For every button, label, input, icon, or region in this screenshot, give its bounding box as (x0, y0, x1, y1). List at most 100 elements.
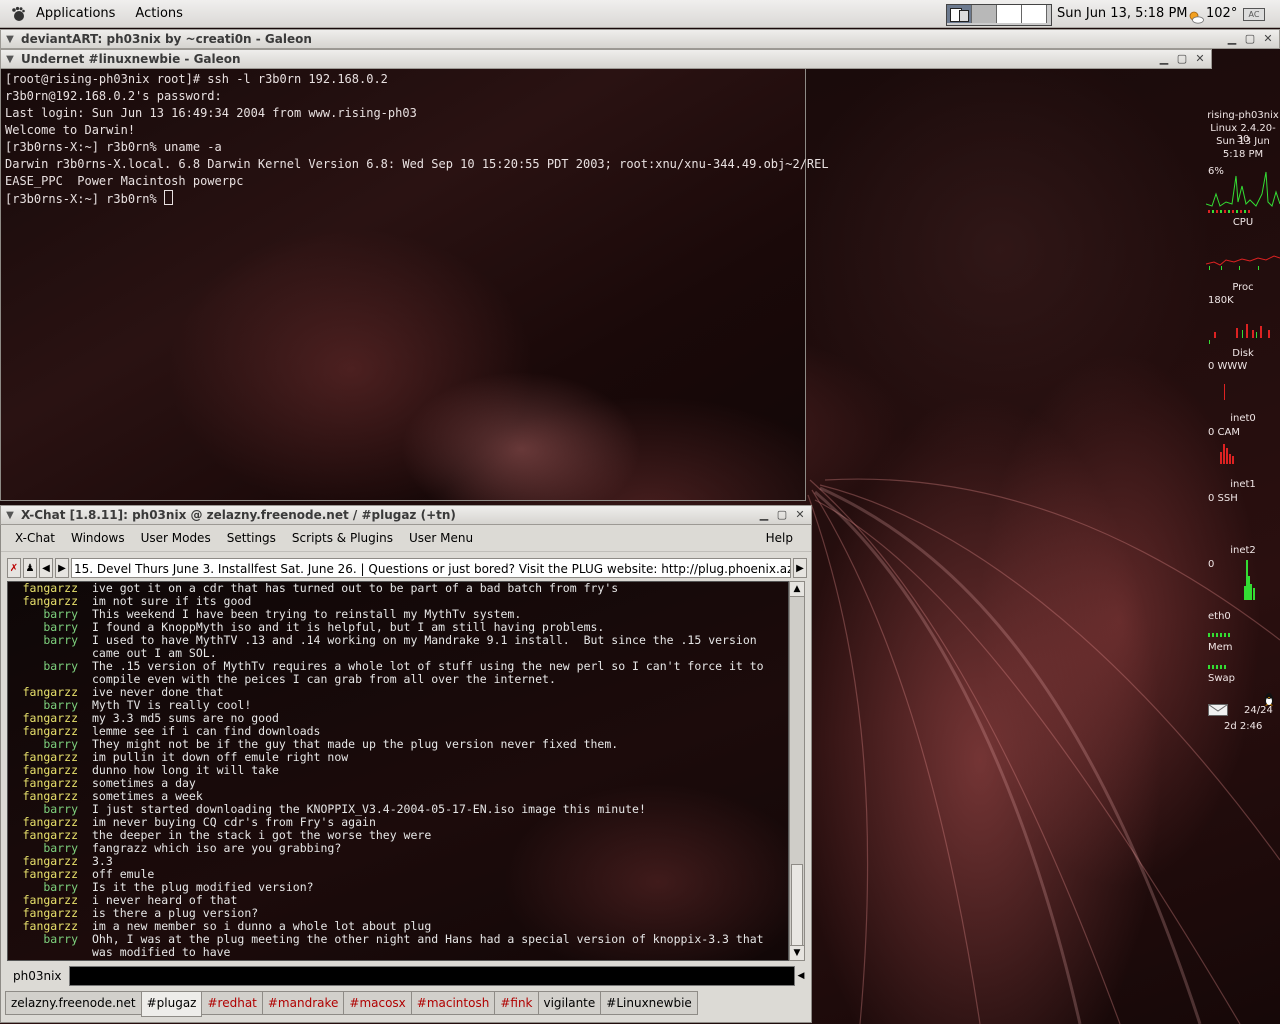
chat-message: Ohh, I was at the plug meeting the other… (92, 932, 771, 959)
close-icon[interactable]: ✕ (1261, 32, 1275, 46)
menu-user-menu[interactable]: User Menu (401, 531, 481, 545)
undernet-galeon-window: ▼ Undernet #linuxnewbie - Galeon ▁ ▢ ✕ (0, 49, 1212, 69)
window-menu-icon[interactable]: ▼ (3, 34, 17, 45)
panel-clock[interactable]: Sun Jun 13, 5:18 PM (1057, 0, 1188, 28)
channel-tab[interactable]: vigilante (537, 991, 602, 1015)
applications-menu[interactable]: Applications (26, 0, 125, 28)
terminal-line: r3b0rn@192.168.0.2's password: (5, 89, 222, 103)
channel-tab[interactable]: zelazny.freenode.net (5, 991, 142, 1015)
minimize-icon[interactable]: ▁ (1157, 52, 1171, 66)
workspace-4[interactable] (1022, 5, 1047, 23)
menu-scripts-plugins[interactable]: Scripts & Plugins (284, 531, 401, 545)
scroll-up-icon[interactable]: ▲ (790, 582, 804, 597)
topic-text[interactable]: 15. Devel Thurs June 3. Installfest Sat.… (71, 558, 791, 578)
terminal-line: Darwin r3b0rns-X.local. 6.8 Darwin Kerne… (5, 157, 829, 171)
xchat-menubar: X-Chat Windows User Modes Settings Scrip… (1, 525, 811, 552)
menu-settings[interactable]: Settings (219, 531, 284, 545)
scrollbar-thumb[interactable] (791, 864, 803, 946)
chat-line: barry Ohh, I was at the plug meeting the … (8, 933, 788, 959)
weather-applet[interactable]: 102° (1188, 0, 1237, 28)
terminal-output[interactable]: [root@rising-ph03nix root]# ssh -l r3b0r… (0, 69, 829, 501)
nick-label[interactable]: ph03nix (7, 966, 69, 986)
gnome-foot-icon[interactable] (10, 6, 26, 22)
gk-inet0-label: inet0 (1230, 413, 1256, 424)
close-icon[interactable]: ✕ (1193, 52, 1207, 66)
xchat-window-title: X-Chat [1.8.11]: ph03nix @ zelazny.freen… (21, 508, 456, 522)
proc-chart (1206, 255, 1280, 270)
channel-tab[interactable]: #macosx (343, 991, 412, 1015)
workspace-2[interactable] (972, 5, 997, 23)
gk-swap-label: Swap (1208, 673, 1236, 684)
channel-mode-icon[interactable]: ♟ (23, 558, 37, 578)
scroll-left-icon[interactable]: ◀ (39, 558, 53, 578)
close-icon[interactable]: ✕ (793, 508, 807, 522)
terminal-cursor (163, 190, 173, 205)
input-arrow-icon[interactable]: ◀ (795, 966, 807, 986)
maximize-icon[interactable]: ▢ (1175, 52, 1189, 66)
chat-message: dunno how long it will take (92, 763, 279, 777)
menu-user-modes[interactable]: User Modes (133, 531, 219, 545)
gk-time: 5:18 PM (1222, 149, 1264, 160)
inet2-chart (1244, 560, 1255, 600)
chat-nick[interactable]: barry (8, 660, 92, 686)
minimize-icon[interactable]: ▁ (1225, 32, 1239, 46)
menu-xchat[interactable]: X-Chat (7, 531, 63, 545)
www-chart (1224, 384, 1225, 400)
battery-icon[interactable]: AC (1243, 8, 1265, 21)
chat-line: barry The .15 version of MythTv requires … (8, 660, 788, 686)
xchat-body: X-Chat Windows User Modes Settings Scrip… (0, 525, 812, 1023)
maximize-icon[interactable]: ▢ (1243, 32, 1257, 46)
window-menu-icon[interactable]: ▼ (3, 510, 17, 521)
gk-www-label: 0 WWW (1208, 361, 1248, 372)
menu-windows[interactable]: Windows (63, 531, 133, 545)
workspace-3[interactable] (997, 5, 1022, 23)
gk-date: Sun 13 Jun (1216, 136, 1270, 147)
actions-menu[interactable]: Actions (125, 0, 193, 28)
xchat-titlebar[interactable]: ▼ X-Chat [1.8.11]: ph03nix @ zelazny.fre… (0, 505, 812, 525)
topic-bar: ✗ ♟ ◀ ▶ 15. Devel Thurs June 3. Installf… (7, 557, 807, 579)
chat-nick[interactable]: barry (8, 933, 92, 959)
channel-tab[interactable]: #fink (494, 991, 539, 1015)
mail-icon[interactable] (1208, 704, 1228, 716)
workspace-1[interactable] (947, 5, 972, 23)
maximize-icon[interactable]: ▢ (775, 508, 789, 522)
chat-nick[interactable]: barry (8, 634, 92, 660)
scroll-right-icon[interactable]: ▶ (55, 558, 69, 578)
channel-tab[interactable]: #Linuxnewbie (600, 991, 698, 1015)
disk-chart (1209, 324, 1270, 344)
channel-tab[interactable]: #mandrake (261, 991, 345, 1015)
weather-temperature: 102° (1206, 6, 1238, 21)
chat-message: I used to have MythTV .13 and .14 workin… (92, 633, 764, 660)
gk-uptime: 2d 2:46 (1224, 721, 1263, 732)
gkrellm-monitor: rising-ph03nix Linux 2.4.20-30 Sun 13 Ju… (1206, 108, 1280, 738)
topic-expand-icon[interactable]: ▶ (793, 558, 807, 578)
penguin-icon (1262, 692, 1276, 706)
gk-proc-value: 180K (1208, 295, 1234, 306)
cam-chart (1220, 444, 1234, 464)
deviantart-window-title: deviantART: ph03nix by ~creati0n - Galeo… (21, 32, 312, 46)
workspace-pager[interactable] (946, 4, 1052, 26)
chat-log[interactable]: fangarzz ive got it on a cdr that has tur… (7, 581, 789, 961)
gk-eth0-label: eth0 (1208, 611, 1231, 622)
channel-tab[interactable]: #plugaz (140, 991, 203, 1017)
terminal-prompt: [r3b0rns-X:~] r3b0rn% (5, 192, 164, 206)
input-row: ph03nix ◀ (7, 965, 807, 987)
chat-scrollbar[interactable]: ▲ ▼ (789, 581, 805, 961)
channel-tab[interactable]: #redhat (201, 991, 263, 1015)
mem-bar (1208, 633, 1230, 637)
close-tab-icon[interactable]: ✗ (7, 558, 21, 578)
undernet-titlebar[interactable]: ▼ Undernet #linuxnewbie - Galeon ▁ ▢ ✕ (0, 49, 1212, 69)
message-input[interactable] (69, 966, 795, 986)
terminal-line: EASE_PPC Power Macintosh powerpc (5, 174, 244, 188)
xchat-window: ▼ X-Chat [1.8.11]: ph03nix @ zelazny.fre… (0, 505, 812, 1023)
deviantart-titlebar[interactable]: ▼ deviantART: ph03nix by ~creati0n - Gal… (0, 29, 1280, 49)
deviantart-galeon-window: ▼ deviantART: ph03nix by ~creati0n - Gal… (0, 29, 1280, 49)
scroll-down-icon[interactable]: ▼ (790, 945, 804, 960)
menu-help[interactable]: Help (758, 531, 801, 545)
chat-line: barry I used to have MythTV .13 and .14 w… (8, 634, 788, 660)
chat-message: 3.3 (92, 854, 113, 868)
gk-mem-label: Mem (1208, 642, 1233, 653)
minimize-icon[interactable]: ▁ (757, 508, 771, 522)
channel-tab[interactable]: #macintosh (410, 991, 496, 1015)
window-menu-icon[interactable]: ▼ (3, 54, 17, 65)
